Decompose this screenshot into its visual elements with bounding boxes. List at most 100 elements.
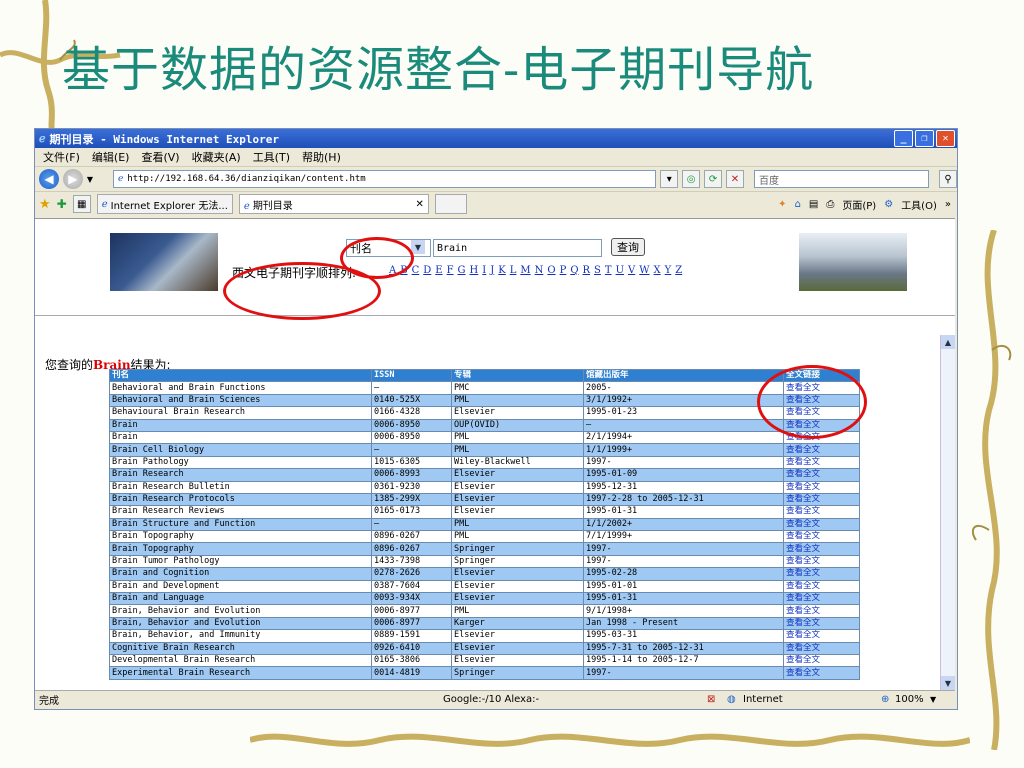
cell-fulltext-link[interactable]: 查看全文 <box>783 592 860 606</box>
letter-link-y[interactable]: Y <box>665 265 672 276</box>
add-favorite-icon[interactable]: ✚ <box>57 197 67 211</box>
letter-link-h[interactable]: H <box>470 265 479 276</box>
menu-view[interactable]: 查看(V) <box>141 149 179 165</box>
cell-fulltext-link[interactable]: 查看全文 <box>783 579 860 594</box>
quick-tabs-icon[interactable]: ▦ <box>72 195 91 213</box>
letter-link-l[interactable]: L <box>510 265 517 276</box>
feeds-icon[interactable]: ✦ <box>778 199 786 210</box>
menu-favorites[interactable]: 收藏夹(A) <box>192 149 241 165</box>
letter-link-i[interactable]: I <box>482 265 486 276</box>
column-header-issn[interactable]: ISSN <box>371 368 452 383</box>
letter-link-p[interactable]: P <box>560 265 567 276</box>
letter-link-n[interactable]: N <box>535 265 544 276</box>
zoom-level[interactable]: 100% <box>895 694 924 705</box>
query-button[interactable]: 查询 <box>611 238 645 256</box>
query-input[interactable]: Brain <box>433 239 602 257</box>
cell-fulltext-link[interactable]: 查看全文 <box>783 443 860 457</box>
column-header-title[interactable]: 刊名 <box>109 368 372 383</box>
letter-link-m[interactable]: M <box>520 265 530 276</box>
letter-link-k[interactable]: K <box>498 265 505 276</box>
letter-link-s[interactable]: S <box>594 265 601 276</box>
letter-link-c[interactable]: C <box>412 265 420 276</box>
menu-edit[interactable]: 编辑(E) <box>92 149 130 165</box>
cell-fulltext-link[interactable]: 查看全文 <box>783 505 860 519</box>
tab-journal-list[interactable]: ℯ 期刊目录 ✕ <box>238 194 429 214</box>
rss-icon[interactable]: ▤ <box>809 199 818 210</box>
letter-link-r[interactable]: R <box>583 265 591 276</box>
close-button[interactable]: ✕ <box>936 130 955 147</box>
menu-help[interactable]: 帮助(H) <box>302 149 341 165</box>
menu-file[interactable]: 文件(F) <box>43 149 80 165</box>
letter-link-e[interactable]: E <box>435 265 442 276</box>
page-menu[interactable]: 页面(P) <box>842 197 876 212</box>
popup-blocked-icon[interactable]: ⊠ <box>707 694 715 705</box>
search-input[interactable]: 百度 <box>753 170 930 188</box>
cell-collection: PML <box>451 393 584 408</box>
cell-issn: 0165-0173 <box>371 505 452 519</box>
letter-link-d[interactable]: D <box>423 265 431 276</box>
letter-link-g[interactable]: G <box>458 265 466 276</box>
table-header-row: 刊名 ISSN 专辑 馆藏出版年 全文链接 <box>109 368 860 383</box>
cell-fulltext-link[interactable]: 查看全文 <box>783 641 860 656</box>
tools-gear-icon[interactable]: ⚙ <box>884 199 893 210</box>
cell-fulltext-link[interactable]: 查看全文 <box>783 455 860 470</box>
cell-fulltext-link[interactable]: 查看全文 <box>783 542 860 556</box>
cell-collection: Wiley-Blackwell <box>451 455 584 470</box>
cell-fulltext-link[interactable]: 查看全文 <box>783 616 860 631</box>
cell-fulltext-link[interactable]: 查看全文 <box>783 517 860 532</box>
chevron-down-icon[interactable]: ▼ <box>411 240 425 254</box>
scroll-up-icon[interactable]: ▲ <box>941 335 955 349</box>
vertical-scrollbar[interactable]: ▲ ▼ <box>940 335 955 690</box>
favorites-star-icon[interactable]: ★ <box>39 197 51 212</box>
alphabet-links: A B C D E F G H I J K L M N O P Q R S T … <box>389 265 682 276</box>
history-dropdown-icon[interactable]: ▼ <box>87 175 93 184</box>
scroll-down-icon[interactable]: ▼ <box>941 676 955 690</box>
compat-view-icon[interactable]: ◎ <box>682 170 701 188</box>
letter-link-t[interactable]: T <box>605 265 612 276</box>
tab-close-icon[interactable]: ✕ <box>416 199 424 210</box>
zoom-dropdown-icon[interactable]: ▼ <box>930 695 936 704</box>
column-header-collection[interactable]: 专辑 <box>451 368 584 383</box>
more-chevron-icon[interactable]: » <box>945 199 951 210</box>
letter-link-v[interactable]: V <box>628 265 635 276</box>
letter-link-x[interactable]: X <box>654 265 661 276</box>
menu-tools[interactable]: 工具(T) <box>253 149 290 165</box>
letter-link-j[interactable]: J <box>490 265 494 276</box>
print-icon[interactable]: ⎙ <box>826 199 834 210</box>
table-row: Behavioral and Brain Sciences 0140-525X PM… <box>109 393 860 408</box>
letter-link-o[interactable]: O <box>547 265 555 276</box>
back-button[interactable]: ◀ <box>39 169 59 189</box>
cell-fulltext-link[interactable]: 查看全文 <box>783 530 860 544</box>
address-input[interactable]: ℯ http://192.168.64.36/dianziqikan/conte… <box>112 170 657 188</box>
zoom-icon[interactable]: ⊕ <box>881 694 889 705</box>
letter-link-w[interactable]: W <box>639 265 649 276</box>
highlight-ellipse-alphabet <box>223 262 381 320</box>
search-icon[interactable]: ⚲ <box>939 170 957 188</box>
cell-fulltext-link[interactable]: 查看全文 <box>783 653 860 668</box>
maximize-button[interactable]: ❐ <box>915 130 934 147</box>
cell-fulltext-link[interactable]: 查看全文 <box>783 468 860 482</box>
minimize-button[interactable]: _ <box>894 130 913 147</box>
letter-link-f[interactable]: F <box>447 265 454 276</box>
cell-fulltext-link[interactable]: 查看全文 <box>783 554 860 569</box>
cell-fulltext-link[interactable]: 查看全文 <box>783 567 860 581</box>
new-tab-button[interactable] <box>434 194 467 214</box>
letter-link-z[interactable]: Z <box>675 265 682 276</box>
letter-link-q[interactable]: Q <box>570 265 578 276</box>
tab-ie-error[interactable]: ℯ Internet Explorer 无法... <box>96 194 233 214</box>
forward-button[interactable]: ▶ <box>62 169 83 189</box>
cell-fulltext-link[interactable]: 查看全文 <box>783 604 860 618</box>
address-dropdown-icon[interactable]: ▾ <box>660 170 679 188</box>
letter-link-u[interactable]: U <box>616 265 624 276</box>
tools-menu[interactable]: 工具(O) <box>901 197 937 212</box>
home-icon[interactable]: ⌂ <box>795 199 801 210</box>
cell-fulltext-link[interactable]: 查看全文 <box>783 666 860 680</box>
cell-fulltext-link[interactable]: 查看全文 <box>783 629 860 643</box>
table-row: Brain Research Bulletin 0361-9230 Elsevier… <box>109 480 860 494</box>
refresh-icon[interactable]: ⟳ <box>704 170 723 188</box>
stop-icon[interactable]: ✕ <box>726 170 744 188</box>
cell-collection: PML <box>451 604 584 618</box>
cell-fulltext-link[interactable]: 查看全文 <box>783 480 860 494</box>
column-header-holdings[interactable]: 馆藏出版年 <box>583 368 784 383</box>
cell-fulltext-link[interactable]: 查看全文 <box>783 492 860 507</box>
